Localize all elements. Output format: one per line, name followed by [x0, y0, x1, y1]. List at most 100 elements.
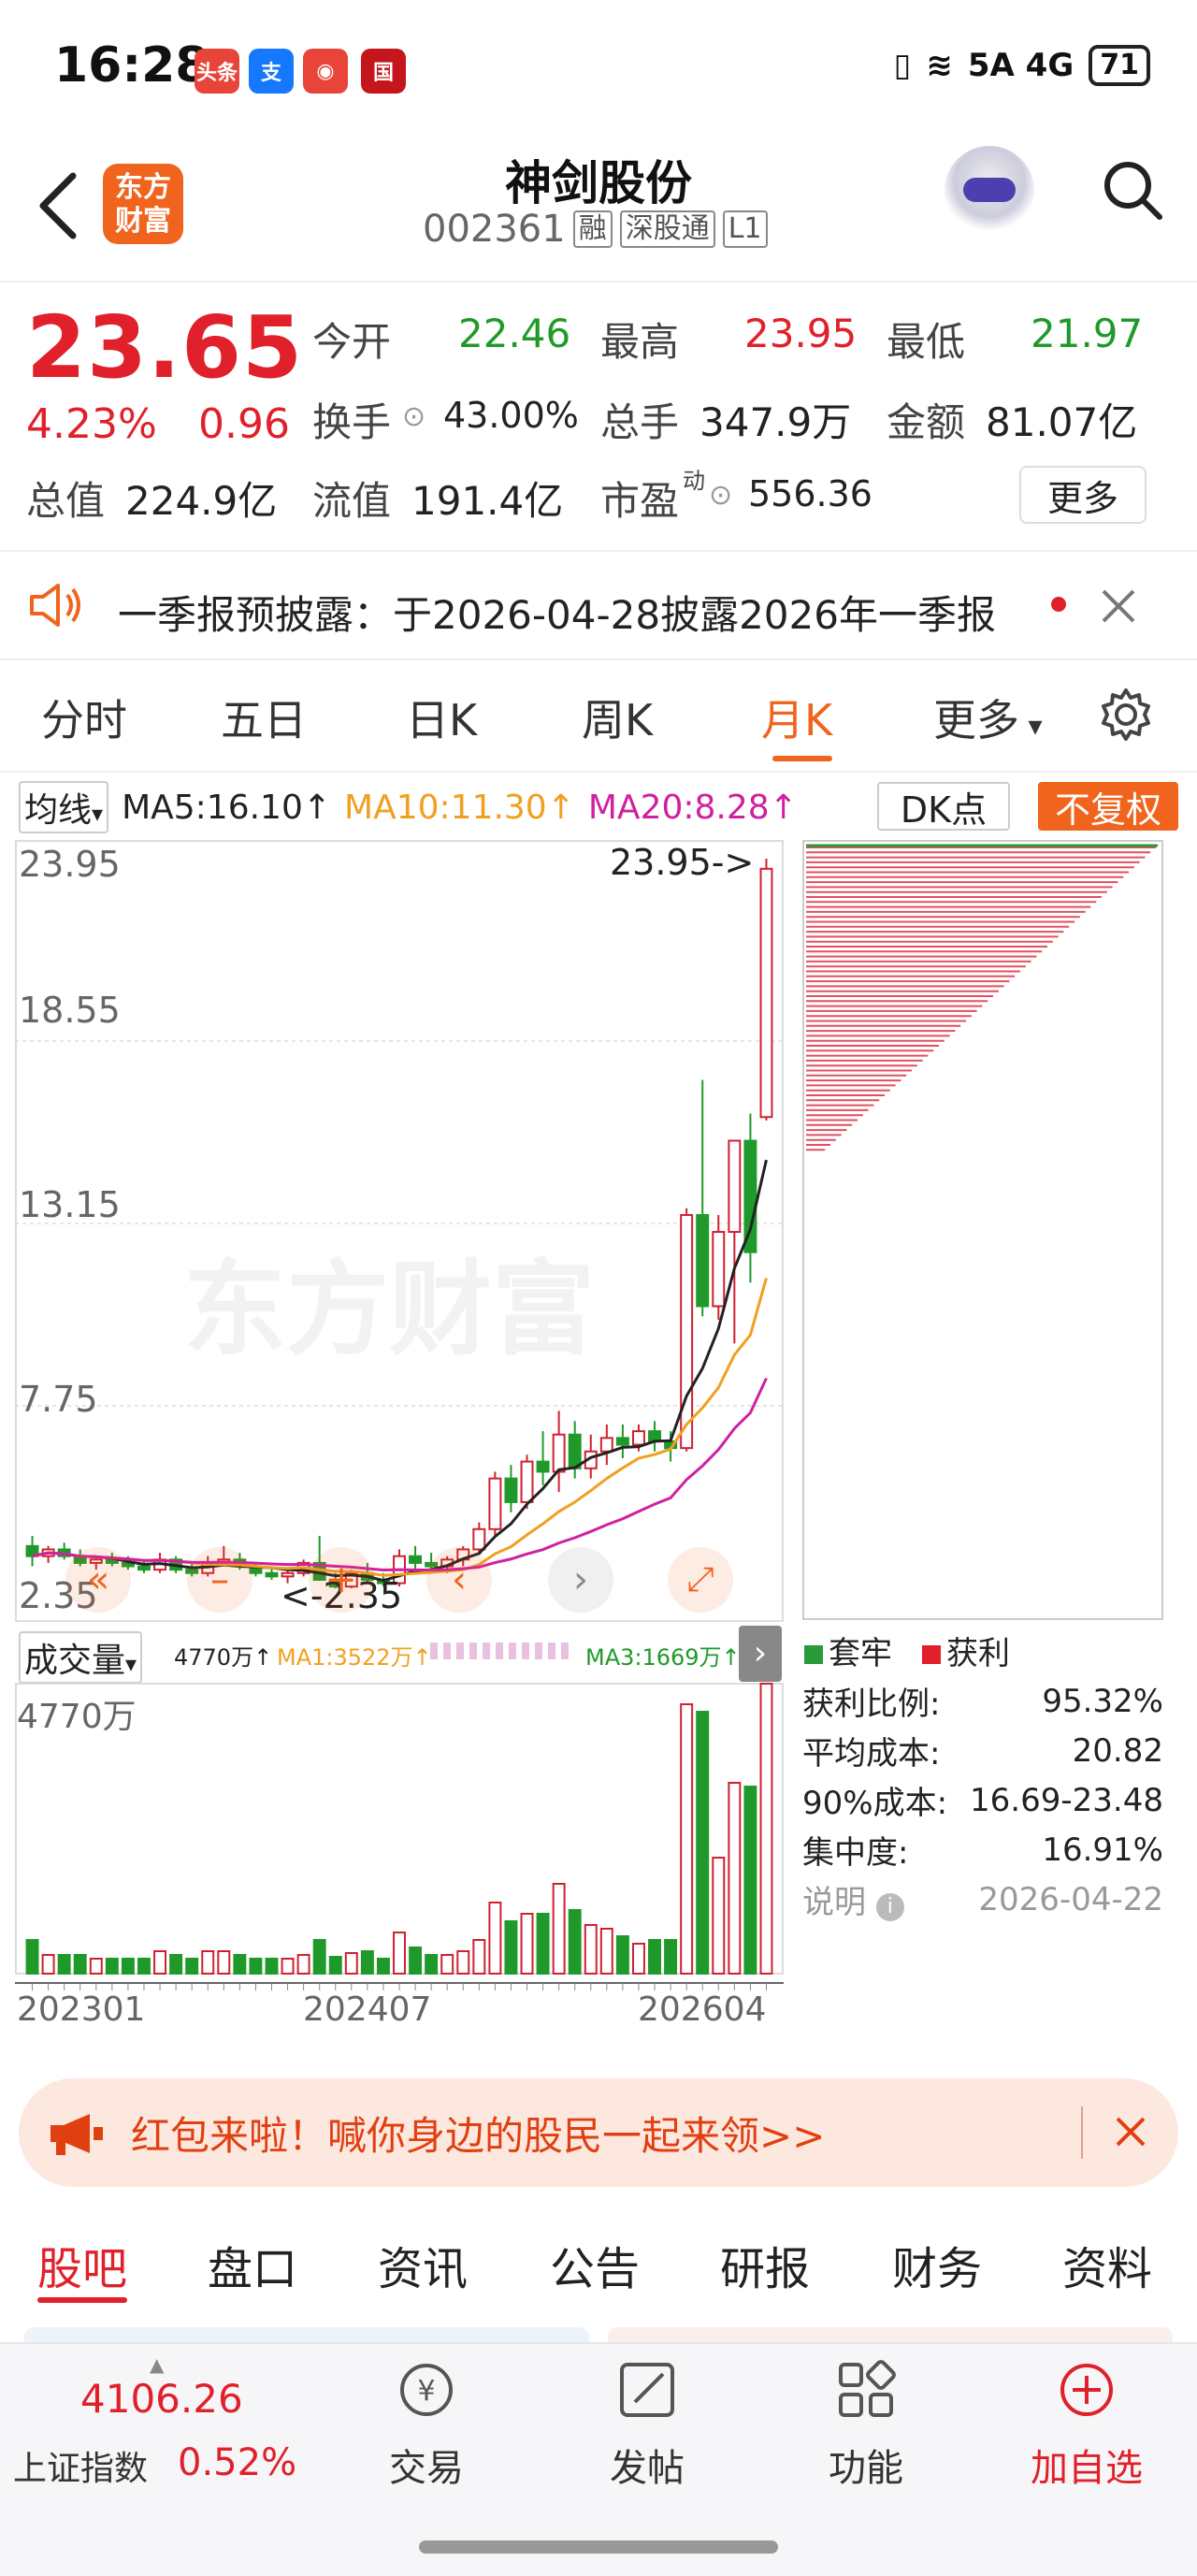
gear-icon[interactable] [1098, 687, 1154, 743]
index-change: 0.52% [178, 2441, 297, 2484]
tab-intraday[interactable]: 分时 [41, 687, 127, 748]
tab-daily-k[interactable]: 日K [406, 687, 477, 748]
tab-weekly-k[interactable]: 周K [582, 687, 653, 748]
open-label: 今开 [312, 319, 392, 365]
volume-bar [360, 1950, 374, 1975]
candle-body [712, 1231, 726, 1308]
volume-bar [488, 1902, 502, 1975]
pe-info-icon[interactable]: ⊙ [709, 479, 732, 512]
volume-bar [201, 1950, 215, 1975]
zoom-in-button[interactable]: + [309, 1547, 374, 1613]
candle-body [265, 1571, 279, 1578]
tab-pankou[interactable]: 盘口 [208, 2232, 297, 2297]
assistant-robot-icon[interactable] [945, 146, 1034, 236]
volume-bar [25, 1939, 39, 1975]
tab-more-period[interactable]: 更多 ▾ [933, 687, 1043, 748]
volume-label: 总手 [600, 399, 680, 445]
candle-body [488, 1477, 502, 1530]
high-label: 最高 [600, 319, 680, 365]
volume-bar [185, 1958, 199, 1975]
scroll-right-button[interactable]: › [548, 1547, 613, 1613]
volume-bar [599, 1928, 613, 1975]
plus-circle-icon [1060, 2364, 1113, 2416]
tab-finance[interactable]: 财务 [892, 2232, 982, 2297]
margin-tag: 融 [572, 210, 613, 248]
megaphone-icon [50, 2114, 103, 2155]
index-value[interactable]: 4106.26 [80, 2376, 243, 2422]
index-name[interactable]: 上证指数 [13, 2441, 148, 2490]
volume-bar [409, 1946, 423, 1975]
tab-research[interactable]: 研报 [720, 2232, 810, 2297]
volume-bar [249, 1958, 263, 1975]
functions-button[interactable]: 功能 [791, 2357, 941, 2492]
vibrate-icon: ▯ [893, 47, 912, 84]
trade-icon: ¥ [400, 2364, 453, 2416]
app-icon: ◉ [303, 49, 348, 94]
volume-bar [648, 1939, 661, 1975]
chip-row-profit: 获利比例: 95.32% [802, 1682, 1163, 1724]
adjust-button[interactable]: 不复权 [1038, 782, 1178, 831]
volume-bar [743, 1786, 757, 1975]
close-notice-icon[interactable] [1100, 587, 1137, 625]
ma-indicator-row: 均线▾ MA5:16.10↑ MA10:11.30↑ MA20:8.28↑ [19, 781, 798, 833]
date-axis-end: 202604 [638, 1990, 767, 2029]
home-indicator[interactable] [419, 2540, 778, 2554]
volume-bar [328, 1956, 342, 1975]
candle-body [728, 1139, 742, 1234]
candle-body [696, 1213, 710, 1308]
amount-label: 金额 [887, 399, 966, 445]
chip-row-avg-cost: 平均成本: 20.82 [802, 1731, 1163, 1773]
tab-five-day[interactable]: 五日 [221, 687, 307, 748]
header-divider [0, 281, 1197, 282]
legend-trapped: 套牢 [804, 1628, 892, 1673]
add-watchlist-button[interactable]: 加自选 [1012, 2357, 1161, 2492]
status-time: 16:28 [54, 37, 209, 94]
banner-text[interactable]: 红包来啦！喊你身边的股民一起来领>> [131, 2105, 825, 2162]
date-axis-mid: 202407 [303, 1990, 432, 2029]
chip-row-note[interactable]: 说明 i 2026-04-22 [802, 1874, 1163, 1924]
stock-code: 002361 [423, 208, 566, 251]
price-axis-3: 13.15 [19, 1184, 121, 1225]
notice-text[interactable]: 一季报预披露：于2026-04-28披露2026年一季报 [118, 584, 996, 641]
tab-monthly-k[interactable]: 月K [761, 687, 832, 748]
ma-select[interactable]: 均线▾ [19, 781, 109, 833]
volume-bar [89, 1958, 103, 1975]
zoom-out-button[interactable]: – [187, 1547, 252, 1613]
pe-label: 市盈 [600, 478, 680, 524]
active-tab-underline [772, 756, 832, 761]
change-percent: 4.23% [26, 400, 157, 448]
candle-body [680, 1213, 694, 1450]
ma10-value: MA10:11.30↑ [344, 788, 575, 827]
post-button[interactable]: 发帖 [572, 2357, 722, 2492]
info-icon[interactable]: ⊙ [402, 400, 425, 433]
candle-body [759, 867, 773, 1119]
ma20-value: MA20:8.28↑ [587, 788, 798, 827]
info-icon: i [875, 1893, 904, 1921]
tab-news[interactable]: 资讯 [378, 2232, 468, 2297]
network-label: 5A 4G [967, 47, 1074, 84]
expand-arrow-icon[interactable]: ▲ [150, 2353, 164, 2376]
candle-body [631, 1430, 645, 1446]
dk-point-button[interactable]: DK点 [877, 782, 1010, 831]
tab-announcements[interactable]: 公告 [550, 2232, 640, 2297]
more-quote-button[interactable]: 更多 [1019, 466, 1147, 524]
speaker-icon [30, 584, 80, 627]
volume-value: 347.9万 [699, 399, 852, 445]
tab-profile[interactable]: 资料 [1062, 2232, 1152, 2297]
scroll-left-fast-button[interactable]: « [65, 1547, 131, 1613]
chip-stats: 获利比例: 95.32% 平均成本: 20.82 90%成本: 16.69-23.48… [802, 1676, 1163, 1924]
float-value: 191.4亿 [411, 478, 564, 524]
tab-guba[interactable]: 股吧 [37, 2232, 127, 2297]
scroll-left-button[interactable]: ‹ [426, 1547, 492, 1613]
svg-text:¥: ¥ [417, 2375, 435, 2408]
close-banner-icon[interactable] [1115, 2116, 1147, 2148]
candle-body [137, 1565, 151, 1571]
search-icon[interactable] [1100, 157, 1165, 223]
tabs-divider [0, 771, 1197, 773]
level-tag: L1 [722, 210, 768, 248]
edit-icon [620, 2363, 674, 2417]
trade-button[interactable]: ¥ 交易 [352, 2357, 501, 2492]
price-axis-2: 18.55 [19, 990, 121, 1031]
volume-bar [664, 1939, 678, 1975]
fullscreen-icon[interactable]: ⤢ [668, 1547, 733, 1613]
